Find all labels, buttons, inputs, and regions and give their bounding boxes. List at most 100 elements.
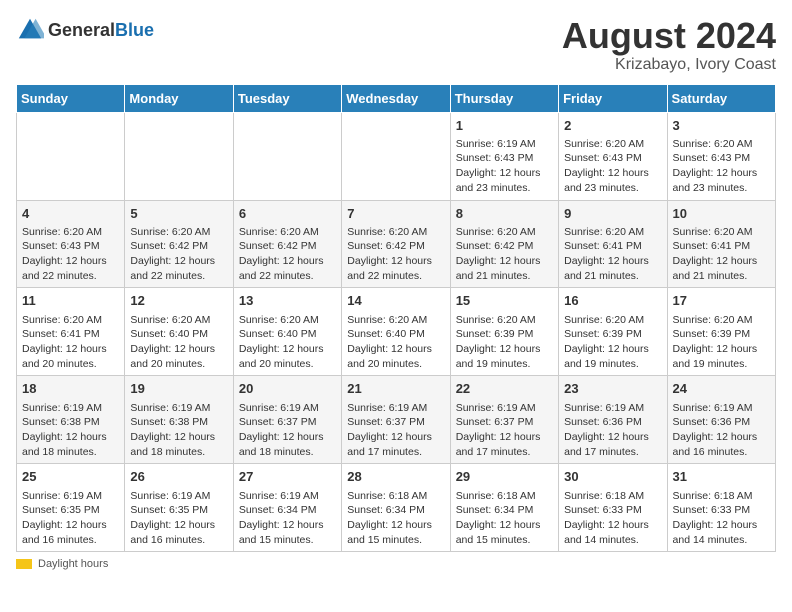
day-number: 14 [347,292,444,310]
day-info: Sunrise: 6:20 AMSunset: 6:43 PMDaylight:… [564,137,661,196]
calendar-cell: 17 Sunrise: 6:20 AMSunset: 6:39 PMDayligh… [667,288,775,376]
day-info: Sunrise: 6:20 AMSunset: 6:39 PMDaylight:… [456,313,553,372]
calendar-header-saturday: Saturday [667,84,775,112]
calendar-cell: 5Sunrise: 6:20 AMSunset: 6:42 PMDaylight… [125,200,233,288]
calendar-cell: 25 Sunrise: 6:19 AMSunset: 6:35 PMDayligh… [17,464,125,552]
logo-icon [16,16,44,44]
calendar-cell [17,112,125,200]
calendar-header-wednesday: Wednesday [342,84,450,112]
day-number: 27 [239,468,336,486]
calendar-cell: 11 Sunrise: 6:20 AMSunset: 6:41 PMDayligh… [17,288,125,376]
footer-note: Daylight hours [16,558,776,570]
day-number: 16 [564,292,661,310]
day-info: Sunrise: 6:20 AMSunset: 6:41 PMDaylight:… [22,313,119,372]
calendar-week-row: 4 Sunrise: 6:20 AMSunset: 6:43 PMDaylight… [17,200,776,288]
day-number: 17 [673,292,770,310]
calendar-cell: 10 Sunrise: 6:20 AMSunset: 6:41 PMDayligh… [667,200,775,288]
day-number: 23 [564,380,661,398]
calendar-cell [233,112,341,200]
day-info: Sunrise: 6:19 AMSunset: 6:34 PMDaylight:… [239,489,336,548]
day-info: Sunrise: 6:19 AMSunset: 6:36 PMDaylight:… [564,401,661,460]
calendar-cell: 26 Sunrise: 6:19 AMSunset: 6:35 PMDayligh… [125,464,233,552]
day-info: Sunrise: 6:20 AMSunset: 6:41 PMDaylight:… [673,225,770,284]
day-number: 8 [456,205,553,223]
calendar-cell: 9 Sunrise: 6:20 AMSunset: 6:41 PMDaylight… [559,200,667,288]
day-info: Sunrise: 6:18 AMSunset: 6:33 PMDaylight:… [564,489,661,548]
calendar-cell: 4 Sunrise: 6:20 AMSunset: 6:43 PMDaylight… [17,200,125,288]
day-info: Sunrise: 6:19 AMSunset: 6:35 PMDaylight:… [22,489,119,548]
day-number: 4 [22,205,119,223]
day-info: Sunrise: 6:20 AMSunset: 6:40 PMDaylight:… [239,313,336,372]
calendar-cell: 19Sunrise: 6:19 AMSunset: 6:38 PMDayligh… [125,376,233,464]
calendar-cell: 24 Sunrise: 6:19 AMSunset: 6:36 PMDayligh… [667,376,775,464]
calendar-header-tuesday: Tuesday [233,84,341,112]
calendar-cell: 22 Sunrise: 6:19 AMSunset: 6:37 PMDayligh… [450,376,558,464]
day-number: 3 [673,117,770,135]
logo-blue-text: Blue [115,21,154,39]
logo-general-text: General [48,21,115,39]
calendar-cell: 7 Sunrise: 6:20 AMSunset: 6:42 PMDaylight… [342,200,450,288]
title-section: August 2024 Krizabayo, Ivory Coast [562,16,776,74]
day-number: 2 [564,117,661,135]
calendar-cell: 21Sunrise: 6:19 AMSunset: 6:37 PMDayligh… [342,376,450,464]
calendar-cell: 8 Sunrise: 6:20 AMSunset: 6:42 PMDaylight… [450,200,558,288]
day-number: 1 [456,117,553,135]
day-number: 21 [347,380,444,398]
calendar-cell: 13Sunrise: 6:20 AMSunset: 6:40 PMDayligh… [233,288,341,376]
day-number: 9 [564,205,661,223]
day-info: Sunrise: 6:20 AMSunset: 6:40 PMDaylight:… [347,313,444,372]
day-number: 10 [673,205,770,223]
day-number: 25 [22,468,119,486]
calendar-cell: 12Sunrise: 6:20 AMSunset: 6:40 PMDayligh… [125,288,233,376]
daylight-label: Daylight hours [38,558,108,570]
day-number: 22 [456,380,553,398]
calendar-cell: 1 Sunrise: 6:19 AMSunset: 6:43 PMDaylight… [450,112,558,200]
day-number: 6 [239,205,336,223]
day-info: Sunrise: 6:20 AMSunset: 6:43 PMDaylight:… [22,225,119,284]
page-subtitle: Krizabayo, Ivory Coast [562,56,776,74]
calendar-week-row: 11 Sunrise: 6:20 AMSunset: 6:41 PMDayligh… [17,288,776,376]
daylight-bar-icon [16,559,32,569]
day-info: Sunrise: 6:18 AMSunset: 6:34 PMDaylight:… [347,489,444,548]
calendar-cell [125,112,233,200]
calendar-cell: 23 Sunrise: 6:19 AMSunset: 6:36 PMDayligh… [559,376,667,464]
calendar-header-sunday: Sunday [17,84,125,112]
calendar-week-row: 18 Sunrise: 6:19 AMSunset: 6:38 PMDayligh… [17,376,776,464]
day-number: 24 [673,380,770,398]
calendar-cell: 31 Sunrise: 6:18 AMSunset: 6:33 PMDayligh… [667,464,775,552]
calendar-header-row: SundayMondayTuesdayWednesdayThursdayFrid… [17,84,776,112]
day-info: Sunrise: 6:19 AMSunset: 6:38 PMDaylight:… [22,401,119,460]
day-info: Sunrise: 6:19 AMSunset: 6:37 PMDaylight:… [456,401,553,460]
day-info: Sunrise: 6:18 AMSunset: 6:33 PMDaylight:… [673,489,770,548]
day-info: Sunrise: 6:20 AMSunset: 6:39 PMDaylight:… [673,313,770,372]
day-info: Sunrise: 6:19 AMSunset: 6:36 PMDaylight:… [673,401,770,460]
day-number: 7 [347,205,444,223]
day-number: 29 [456,468,553,486]
day-info: Sunrise: 6:20 AMSunset: 6:41 PMDaylight:… [564,225,661,284]
calendar-cell: 30 Sunrise: 6:18 AMSunset: 6:33 PMDayligh… [559,464,667,552]
calendar-cell: 15 Sunrise: 6:20 AMSunset: 6:39 PMDayligh… [450,288,558,376]
day-number: 28 [347,468,444,486]
day-number: 31 [673,468,770,486]
day-number: 18 [22,380,119,398]
calendar-cell: 14 Sunrise: 6:20 AMSunset: 6:40 PMDayligh… [342,288,450,376]
calendar-cell: 29Sunrise: 6:18 AMSunset: 6:34 PMDayligh… [450,464,558,552]
day-number: 30 [564,468,661,486]
page-header: General Blue August 2024 Krizabayo, Ivor… [16,16,776,74]
day-info: Sunrise: 6:19 AMSunset: 6:43 PMDaylight:… [456,137,553,196]
day-number: 26 [130,468,227,486]
day-number: 15 [456,292,553,310]
page-title: August 2024 [562,16,776,56]
day-info: Sunrise: 6:20 AMSunset: 6:42 PMDaylight:… [456,225,553,284]
calendar-cell: 16Sunrise: 6:20 AMSunset: 6:39 PMDayligh… [559,288,667,376]
calendar-week-row: 1 Sunrise: 6:19 AMSunset: 6:43 PMDaylight… [17,112,776,200]
calendar-cell: 2 Sunrise: 6:20 AMSunset: 6:43 PMDaylight… [559,112,667,200]
calendar-week-row: 25 Sunrise: 6:19 AMSunset: 6:35 PMDayligh… [17,464,776,552]
day-info: Sunrise: 6:20 AMSunset: 6:42 PMDaylight:… [347,225,444,284]
calendar-header-thursday: Thursday [450,84,558,112]
day-info: Sunrise: 6:19 AMSunset: 6:35 PMDaylight:… [130,489,227,548]
logo: General Blue [16,16,154,44]
day-number: 11 [22,292,119,310]
day-info: Sunrise: 6:20 AMSunset: 6:42 PMDaylight:… [130,225,227,284]
day-info: Sunrise: 6:20 AMSunset: 6:42 PMDaylight:… [239,225,336,284]
